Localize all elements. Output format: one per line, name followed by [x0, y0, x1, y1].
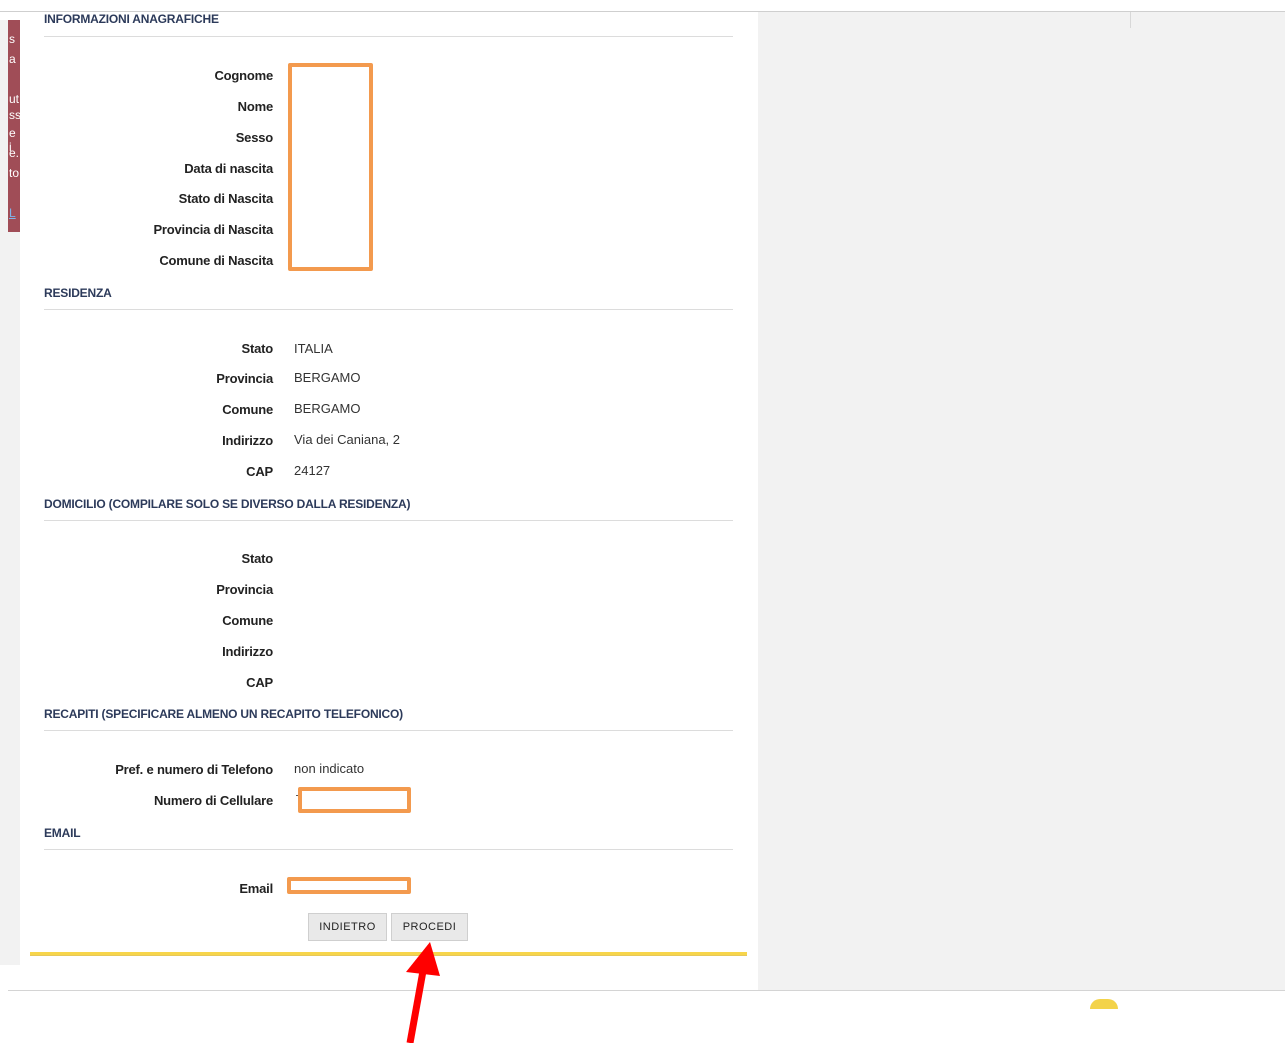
nome-label: Nome: [237, 99, 274, 114]
residenza-cap-value: 24127: [294, 463, 331, 478]
redaction-box-email: [287, 877, 411, 894]
redaction-box-personal-data: [288, 63, 373, 271]
domicilio-comune-label: Comune: [222, 613, 273, 628]
domicilio-provincia-label: Provincia: [216, 582, 273, 597]
section-title-residenza: RESIDENZA: [44, 286, 112, 300]
left-obscured-panel: s a ut ss e i e. to L: [8, 20, 20, 232]
telefono-label: Pref. e numero di Telefono: [115, 762, 273, 777]
left-peek-text-7: to: [9, 166, 20, 180]
residenza-indirizzo-label: Indirizzo: [222, 433, 273, 448]
domicilio-indirizzo-label: Indirizzo: [222, 644, 273, 659]
residenza-comune-label: Comune: [222, 402, 273, 417]
domicilio-cap-label: CAP: [246, 675, 273, 690]
section-divider: [44, 730, 733, 731]
footer-logo-fragment: [1090, 999, 1118, 1009]
left-peek-text-4: ss: [9, 108, 20, 122]
screenshot-canvas: s a ut ss e i e. to L INFORMAZIONI ANAGR…: [0, 0, 1285, 1043]
left-peek-text-3: ut: [9, 92, 20, 106]
section-divider: [44, 849, 733, 850]
provincia-nascita-label: Provincia di Nascita: [153, 222, 273, 237]
data-nascita-label: Data di nascita: [184, 161, 273, 176]
telefono-value: non indicato: [294, 761, 365, 776]
residenza-stato-label: Stato: [241, 341, 273, 356]
residenza-comune-value: BERGAMO: [294, 401, 361, 416]
bottom-divider: [8, 990, 1285, 991]
annotation-arrow: [406, 942, 440, 1043]
section-divider: [44, 520, 733, 521]
redaction-box-cellulare: [298, 787, 411, 813]
sesso-label: Sesso: [235, 130, 274, 145]
arrow-head-icon: [406, 942, 440, 976]
right-panel-separator: [1130, 12, 1131, 28]
email-label: Email: [239, 881, 273, 896]
residenza-indirizzo-value: Via dei Caniana, 2: [294, 432, 401, 447]
section-divider: [44, 309, 733, 310]
residenza-stato-value: ITALIA: [294, 341, 333, 356]
left-peek-text-2: a: [9, 52, 16, 66]
section-divider: [44, 36, 733, 37]
residenza-cap-label: CAP: [246, 464, 273, 479]
residenza-provincia-label: Provincia: [216, 371, 273, 386]
form-panel: [20, 12, 758, 967]
domicilio-stato-label: Stato: [241, 551, 273, 566]
section-title-anagrafiche: INFORMAZIONI ANAGRAFICHE: [44, 12, 219, 26]
residenza-provincia-value: BERGAMO: [294, 370, 361, 385]
section-title-recapiti: RECAPITI (SPECIFICARE ALMENO UN RECAPITO…: [44, 707, 403, 721]
comune-nascita-label: Comune di Nascita: [159, 253, 273, 268]
section-title-domicilio: DOMICILIO (COMPILARE SOLO SE DIVERSO DAL…: [44, 497, 411, 511]
cognome-label: Cognome: [214, 68, 273, 83]
left-peek-text-6: e.: [9, 146, 20, 160]
right-side-panel: [758, 12, 1285, 990]
stato-nascita-label: Stato di Nascita: [178, 191, 274, 206]
left-peek-link[interactable]: L: [9, 206, 16, 220]
left-peek-text-1: s: [9, 32, 15, 46]
back-button[interactable]: INDIETRO: [308, 913, 387, 941]
section-title-email: EMAIL: [44, 826, 81, 840]
cellulare-label: Numero di Cellulare: [153, 793, 273, 808]
